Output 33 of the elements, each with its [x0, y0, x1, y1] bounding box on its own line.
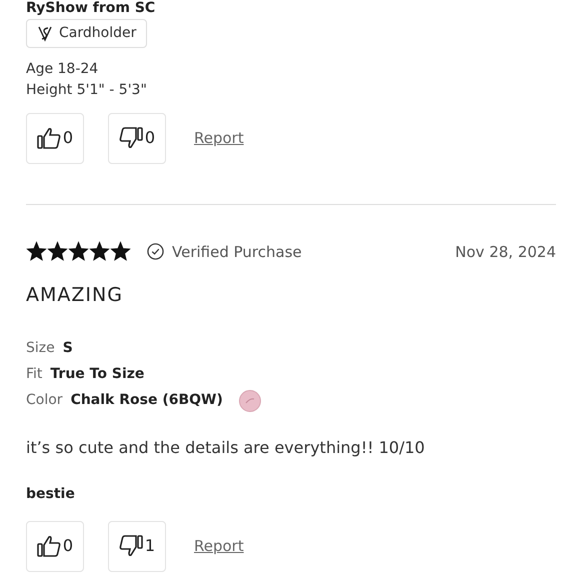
star-filled-icon — [47, 241, 68, 262]
star-filled-icon — [110, 241, 131, 262]
attribute-label: Color — [26, 391, 63, 410]
thumbs-up-icon — [36, 127, 61, 149]
star-filled-icon — [89, 241, 110, 262]
color-swatch-icon — [238, 390, 261, 412]
check-circle-icon — [147, 243, 164, 260]
review-date: Nov 28, 2024 — [455, 242, 556, 262]
thumbs-down-icon — [118, 127, 143, 149]
review-text: it’s so cute and the details are everything!! 10/10 — [26, 436, 426, 458]
star-filled-icon — [26, 241, 47, 262]
unhelpful-button[interactable]: 1 — [108, 520, 166, 572]
reviewer-detail: Height 5'1" - 5'3" — [26, 80, 148, 100]
reviewer-detail: Age 18-24 — [26, 60, 100, 78]
attribute-label: Fit — [26, 365, 42, 384]
badge-label: Cardholder — [59, 24, 136, 43]
thumbs-down-icon — [118, 535, 143, 557]
reviewer-name: RyShow from SC — [26, 0, 156, 17]
reviewer-name: bestie — [26, 486, 76, 502]
review-title: AMAZING — [26, 283, 124, 308]
attribute-value: True To Size — [50, 365, 144, 384]
helpful-button[interactable]: 0 — [26, 520, 84, 572]
star-filled-icon — [68, 241, 89, 262]
monogram-icon — [37, 25, 53, 42]
unhelpful-button[interactable]: 0 — [108, 112, 166, 164]
attribute-label: Size — [26, 339, 55, 358]
attribute-value: Chalk Rose (6BQW) — [70, 391, 223, 410]
helpful-button[interactable]: 0 — [26, 112, 84, 164]
report-link[interactable]: Report — [194, 126, 244, 150]
verified-purchase-label: Verified Purchase — [172, 242, 302, 262]
attribute-value: S — [62, 339, 73, 358]
report-link[interactable]: Report — [194, 534, 244, 558]
thumbs-up-icon — [36, 535, 61, 557]
